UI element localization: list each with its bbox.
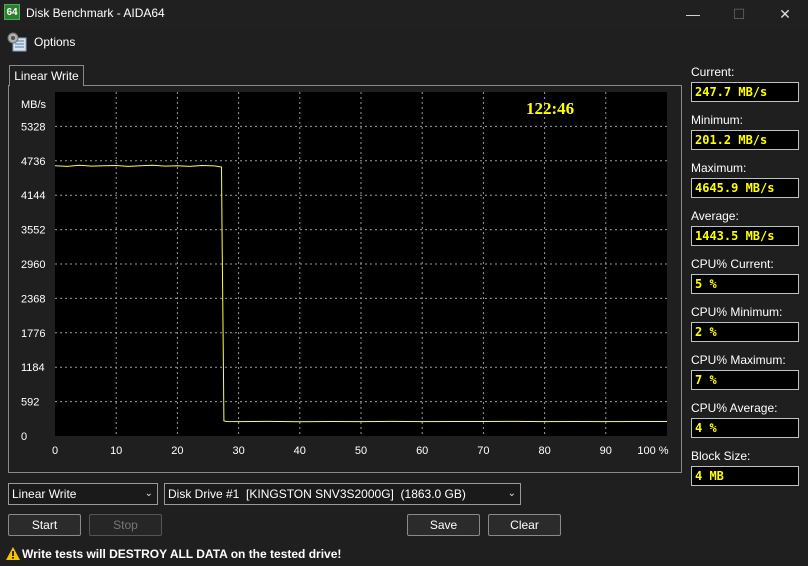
options-gear-icon[interactable] (6, 31, 28, 53)
destroy-data-warning: Write tests will DESTROY ALL DATA on the… (22, 547, 342, 561)
y-tick-label: 2368 (21, 293, 45, 305)
tab-linear-write[interactable]: Linear Write (9, 65, 84, 86)
x-tick-label: 80 (538, 445, 550, 457)
chevron-down-icon: ⌄ (144, 488, 153, 499)
stat-label: Average: (691, 209, 739, 223)
stat-label: Minimum: (691, 113, 744, 127)
stat-label: Maximum: (691, 161, 747, 175)
x-tick-label: 0 (52, 445, 58, 457)
stat-value: 7 % (691, 370, 799, 390)
x-tick-label: 30 (232, 445, 244, 457)
window-title: Disk Benchmark - AIDA64 (26, 6, 165, 20)
warning-triangle-icon (6, 547, 20, 560)
stat-label: Block Size: (691, 449, 751, 463)
x-tick-label: 20 (171, 445, 183, 457)
chevron-down-icon: ⌄ (507, 488, 516, 499)
y-axis-unit-label: MB/s (21, 99, 47, 111)
maximize-button[interactable]: ☐ (716, 0, 762, 28)
x-tick-label: 10 (110, 445, 122, 457)
stat-value: 201.2 MB/s (691, 130, 799, 150)
stat-value: 4 MB (691, 466, 799, 486)
drive-value: Disk Drive #1 [KINGSTON SNV3S2000G] (186… (168, 487, 466, 501)
stat-label: CPU% Average: (691, 401, 778, 415)
y-tick-label: 592 (21, 397, 39, 409)
stat-label: CPU% Minimum: (691, 305, 783, 319)
stat-label: CPU% Current: (691, 257, 774, 271)
save-button[interactable]: Save (407, 514, 480, 536)
stat-value: 1443.5 MB/s (691, 226, 799, 246)
y-tick-label: 2960 (21, 259, 45, 271)
stat-value: 4645.9 MB/s (691, 178, 799, 198)
stat-value: 4 % (691, 418, 799, 438)
stat-value: 5 % (691, 274, 799, 294)
x-tick-label: 100 % (637, 445, 668, 457)
x-tick-label: 70 (477, 445, 489, 457)
clear-button[interactable]: Clear (488, 514, 561, 536)
stat-value: 2 % (691, 322, 799, 342)
close-button[interactable]: ✕ (762, 0, 808, 28)
stat-label: Current: (691, 65, 735, 79)
y-tick-label: 1184 (21, 362, 45, 374)
x-tick-label: 60 (416, 445, 428, 457)
stop-button[interactable]: Stop (89, 514, 162, 536)
minimize-button[interactable]: — (670, 0, 716, 28)
y-tick-label: 3552 (21, 225, 45, 237)
y-tick-label: 4144 (21, 190, 45, 202)
drive-select[interactable]: Disk Drive #1 [KINGSTON SNV3S2000G] (186… (164, 483, 521, 505)
test-type-value: Linear Write (12, 487, 77, 501)
x-tick-label: 50 (355, 445, 367, 457)
aida64-app-icon: 64 (4, 4, 20, 20)
elapsed-timer: 122:46 (526, 99, 574, 118)
y-tick-label: 5328 (21, 121, 45, 133)
x-tick-label: 40 (294, 445, 306, 457)
throughput-chart: 5328 4736 4144 3552 2960 2368 1776 1184 592 0 0 10… (9, 86, 681, 472)
x-tick-label: 90 (600, 445, 612, 457)
test-type-select[interactable]: Linear Write ⌄ (8, 483, 158, 505)
stat-value: 247.7 MB/s (691, 82, 799, 102)
stat-label: CPU% Maximum: (691, 353, 786, 367)
start-button[interactable]: Start (8, 514, 81, 536)
y-tick-label: 0 (21, 431, 27, 443)
y-tick-label: 1776 (21, 328, 45, 340)
options-menu[interactable]: Options (34, 35, 75, 49)
y-tick-label: 4736 (21, 156, 45, 168)
